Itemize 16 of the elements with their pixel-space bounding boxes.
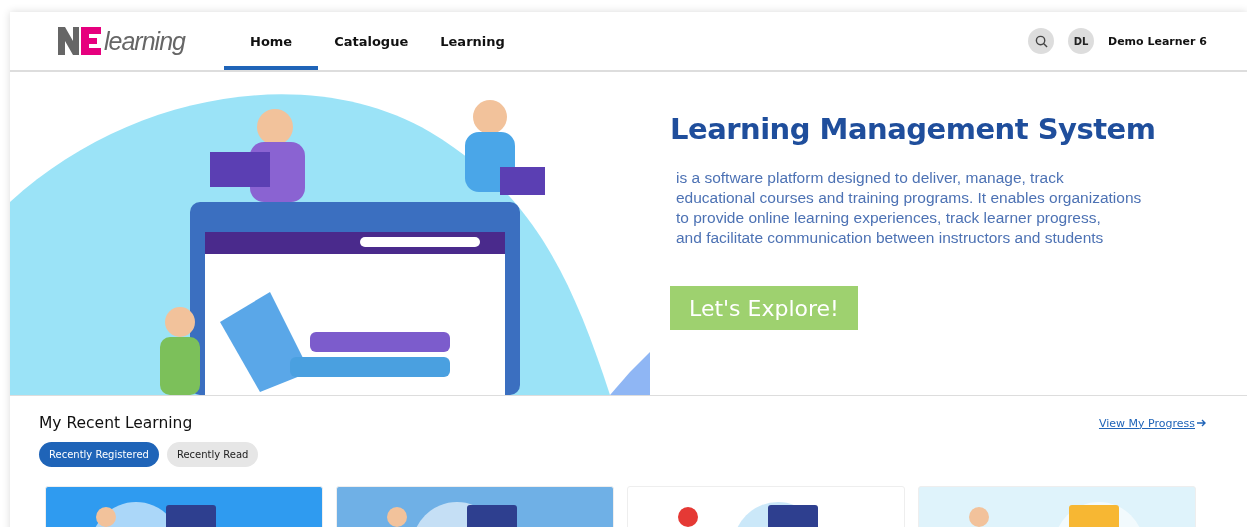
- logo[interactable]: learning: [58, 12, 224, 70]
- nav-tab[interactable]: Learning: [424, 12, 521, 70]
- view-progress-link[interactable]: View My Progress: [1098, 416, 1207, 430]
- filter-tab[interactable]: Recently Registered: [39, 442, 159, 467]
- logo-mark-icon: [58, 25, 102, 57]
- nav-tab[interactable]: Catalogue: [318, 12, 425, 70]
- logo-text: learning: [104, 26, 185, 56]
- search-icon: [1034, 34, 1048, 48]
- search-button[interactable]: [1028, 28, 1055, 54]
- arrow-right-icon: [1197, 418, 1207, 428]
- banner-title: Learning Management System: [670, 112, 1156, 146]
- banner-description: is a software platform designed to deliver, manage, track educational courses and training programs. It enables organizations to provide online learning experiences, track learner progress, and facilitate communication between instructors and students: [676, 168, 1143, 248]
- user-avatar[interactable]: DL: [1068, 28, 1095, 54]
- section-title: My Recent Learning: [39, 414, 193, 432]
- filter-tab[interactable]: Recently Read: [166, 442, 259, 467]
- user-name[interactable]: Demo Learner 6: [1108, 34, 1207, 48]
